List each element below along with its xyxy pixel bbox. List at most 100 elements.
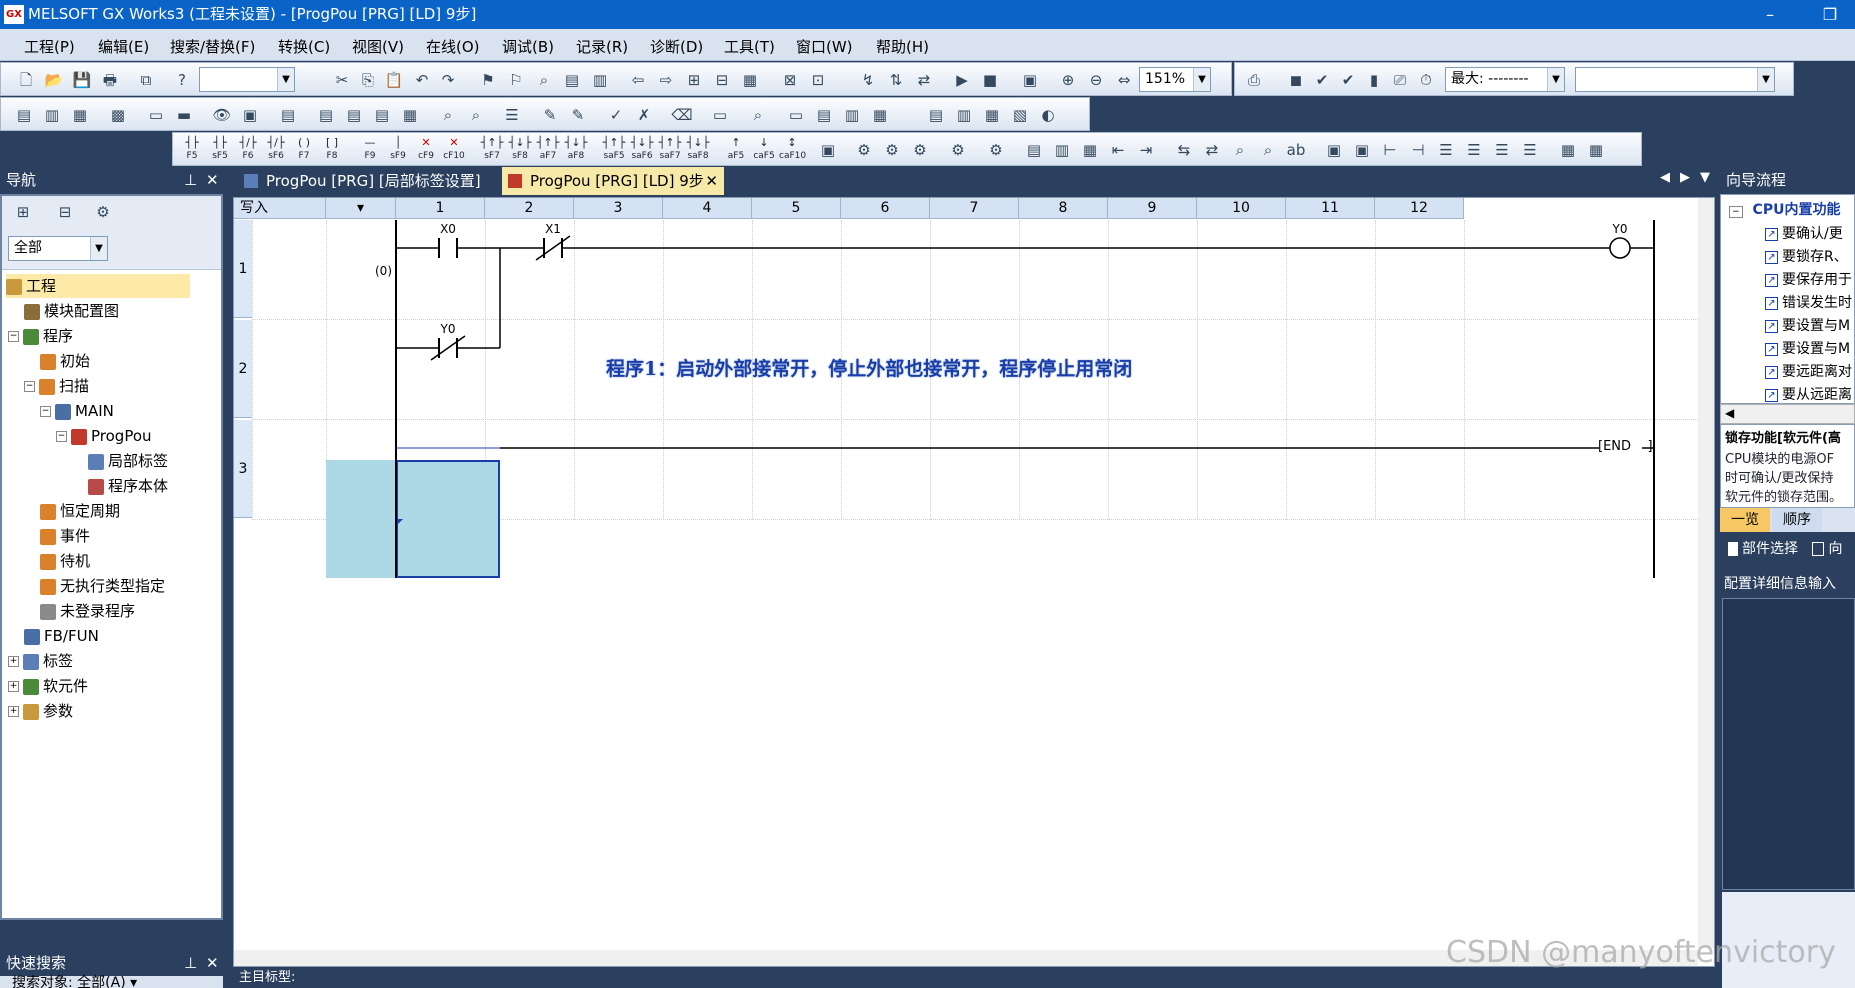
ladder-tool-13-icon[interactable]: ⌕ [1229, 139, 1251, 161]
cpu-icon[interactable]: ▩ [107, 104, 129, 126]
minimize-button[interactable]: – [1750, 0, 1790, 29]
menu-help[interactable]: 帮助(H) [876, 36, 929, 57]
wizard-group[interactable]: − CPU内置功能 [1729, 199, 1840, 219]
menu-convert[interactable]: 转换(C) [278, 36, 330, 57]
ladder-tool-9-icon[interactable]: ⇤ [1107, 139, 1129, 161]
chevron-down-icon[interactable]: ▼ [90, 237, 107, 260]
menu-window[interactable]: 窗口(W) [796, 36, 853, 57]
window-icon[interactable]: ▭ [145, 104, 167, 126]
tab-scroll-left-icon[interactable]: ◀ [1660, 170, 1670, 185]
chevron-down-icon[interactable]: ▼ [1193, 68, 1210, 91]
ladder-tool-4-icon[interactable]: ⚙ [947, 139, 969, 161]
copy-icon[interactable]: ⎘ [357, 69, 379, 91]
cut-icon[interactable]: ✂ [331, 69, 353, 91]
ladder-tool-3-icon[interactable]: ⚙ [909, 139, 931, 161]
fit-width-icon[interactable]: ⇔ [1113, 69, 1135, 91]
instruction-icon[interactable]: ▣ [817, 139, 839, 161]
expand-icon[interactable]: + [8, 681, 19, 692]
menu-debug[interactable]: 调试(B) [502, 36, 554, 57]
nav-filter-combo[interactable]: 全部 ▼ [8, 236, 108, 261]
device-combo[interactable]: ▼ [199, 67, 295, 92]
fkey-af7[interactable]: ┤↑├ aF7 [535, 135, 561, 165]
monitor-start-icon[interactable]: ▶ [951, 69, 973, 91]
scan-time-combo[interactable]: 最大: -------- ▼ [1445, 67, 1565, 92]
wizard-item[interactable]: ↗ 要从远距离 [1765, 384, 1852, 403]
ladder-tool-1-icon[interactable]: ⚙ [853, 139, 875, 161]
tree-node[interactable]: − MAIN [40, 399, 114, 423]
tree-node[interactable]: 无执行类型指定 [40, 574, 165, 598]
ladder-tool-23-icon[interactable]: ☰ [1519, 139, 1541, 161]
find-instruction-icon[interactable]: ⚐ [505, 69, 527, 91]
check-circle-2-icon[interactable]: ✔ [1337, 69, 1359, 91]
zoom-combo[interactable]: 151% ▼ [1139, 67, 1211, 92]
edit-cross-icon[interactable]: ✗ [633, 104, 655, 126]
chevron-down-icon[interactable]: ▼ [1547, 68, 1564, 91]
device-dev4-icon[interactable]: ▤ [371, 104, 393, 126]
ladder-tool-11-icon[interactable]: ⇆ [1173, 139, 1195, 161]
wizard-tab[interactable]: 向 [1828, 541, 1842, 557]
gear-icon[interactable]: ⚙ [92, 201, 114, 223]
read-plc-icon[interactable]: ⇦ [627, 69, 649, 91]
connection-icon[interactable]: ⎙ [1243, 69, 1265, 91]
wizard-item[interactable]: ↗ 要设置与M [1765, 315, 1850, 335]
device-dev-icon[interactable]: ▤ [277, 104, 299, 126]
window-cascade-icon[interactable]: ▥ [841, 104, 863, 126]
ladder-tool-19-icon[interactable]: ⊣ [1407, 139, 1429, 161]
tab-scroll-right-icon[interactable]: ▶ [1680, 170, 1690, 185]
pin-icon[interactable]: ⊥ [184, 950, 197, 976]
tree-node[interactable]: 待机 [40, 549, 90, 573]
menu-search-replace[interactable]: 搜索/替换(F) [170, 36, 255, 57]
comment-icon[interactable]: ⎚ [1389, 69, 1411, 91]
open-folder-icon[interactable]: 📂 [43, 69, 65, 91]
ladder-tool-16-icon[interactable]: ▣ [1323, 139, 1345, 161]
dev-off-icon[interactable]: ⊡ [807, 69, 829, 91]
tree-node[interactable]: 模块配置图 [24, 299, 119, 323]
toolbar-icon-a[interactable]: ▤ [561, 69, 583, 91]
close-icon[interactable]: ✕ [206, 950, 219, 976]
window-list-icon[interactable]: ▭ [785, 104, 807, 126]
quick-search-target[interactable]: 搜索对象: 全部(A) ▾ [12, 972, 137, 988]
wizard-item[interactable]: ↗ 要远距离对 [1765, 361, 1852, 381]
close-tab-icon[interactable]: ✕ [705, 167, 718, 195]
window2-icon[interactable]: ▬ [173, 104, 195, 126]
ladder-tool-7-icon[interactable]: ▥ [1051, 139, 1073, 161]
list-icon[interactable]: ☰ [501, 104, 523, 126]
tree-node[interactable]: FB/FUN [24, 624, 99, 648]
redo-icon[interactable]: ↷ [437, 69, 459, 91]
grid-icon[interactable]: ▦ [399, 104, 421, 126]
fkey-sf7[interactable]: ┤↑├ sF7 [479, 135, 505, 165]
restore-button[interactable]: ❐ [1810, 0, 1850, 29]
tree-view-icon[interactable]: ⊞ [12, 201, 34, 223]
fkey-sf6[interactable]: ┤/├ sF6 [263, 135, 289, 165]
fkey-saf6[interactable]: ┤↓├ saF6 [629, 135, 655, 165]
fkey-sf8[interactable]: ┤↓├ sF8 [507, 135, 533, 165]
tree-node[interactable]: − ProgPou [56, 424, 152, 448]
fkey-af5[interactable]: ↑ aF5 [723, 135, 749, 165]
tab-list[interactable]: 一览 [1720, 508, 1770, 532]
menu-diagnose[interactable]: 诊断(D) [650, 36, 703, 57]
menu-project[interactable]: 工程(P) [24, 36, 75, 57]
tree-node[interactable]: 未登录程序 [40, 599, 135, 623]
help-icon[interactable]: ? [171, 69, 193, 91]
ladder-tool-6-icon[interactable]: ▤ [1023, 139, 1045, 161]
find-device-icon[interactable]: ⚑ [477, 69, 499, 91]
simulator-icon[interactable]: ▣ [1019, 69, 1041, 91]
fkey-f8[interactable]: [ ] F8 [319, 135, 345, 165]
toolbar-icon-b[interactable]: ▥ [589, 69, 611, 91]
tree-node[interactable]: 程序本体 [88, 474, 168, 498]
tab-local-labels[interactable]: ProgPou [PRG] [局部标签设置] [238, 167, 500, 195]
wizard-item[interactable]: ↗ 错误发生时 [1765, 292, 1852, 312]
check-circle-icon[interactable]: ✔ [1311, 69, 1333, 91]
ladder-tool-14-icon[interactable]: ⌕ [1257, 139, 1279, 161]
convert-icon[interactable]: ↯ [857, 69, 879, 91]
tree-node[interactable]: + 标签 [8, 649, 73, 673]
wand2-icon[interactable]: ✎ [567, 104, 589, 126]
device-dev3-icon[interactable]: ▤ [343, 104, 365, 126]
device-dev2-icon[interactable]: ▤ [315, 104, 337, 126]
wizard-item[interactable]: ↗ 要锁存R、 [1765, 246, 1848, 266]
ladder-tool-15-icon[interactable]: ab [1285, 139, 1307, 161]
tree-node[interactable]: 初始 [40, 349, 90, 373]
new-file-icon[interactable]: 🗋 [15, 69, 37, 91]
wizard-hscroll[interactable]: ◀ [1720, 404, 1855, 424]
tab-list-icon[interactable]: ▼ [1700, 170, 1710, 185]
